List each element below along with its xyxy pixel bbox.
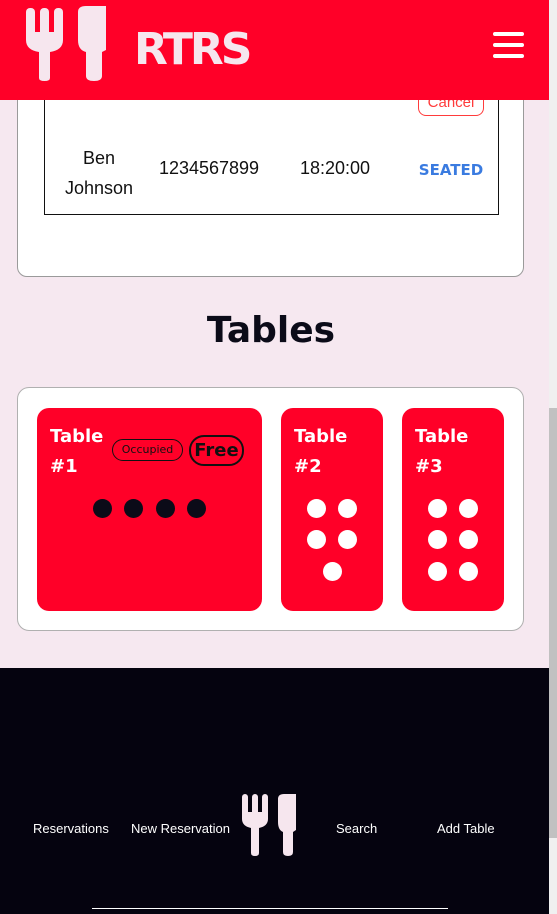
- fork-knife-logo-icon: [26, 6, 106, 81]
- seat-icon: [93, 499, 112, 518]
- table-card-1[interactable]: Table #1 Occupied Free: [37, 408, 262, 611]
- free-status-button[interactable]: Free: [189, 435, 244, 466]
- seat-icon: [156, 499, 175, 518]
- table-label: Table #2: [294, 422, 374, 482]
- page-footer: Reservations New Reservation Search Add …: [0, 668, 549, 914]
- occupied-status-button[interactable]: Occupied: [112, 439, 183, 461]
- brand-logo-text: RTRS: [134, 24, 252, 75]
- seat-icon: [307, 530, 326, 549]
- footer-link-reservations[interactable]: Reservations: [33, 821, 109, 836]
- tables-heading: Tables: [206, 310, 336, 351]
- hamburger-menu-icon[interactable]: [493, 32, 525, 58]
- guest-last-name: Johnson: [64, 178, 134, 198]
- seat-icon: [338, 530, 357, 549]
- tables-panel: Table #1 Occupied Free Table #2 Table #3: [17, 387, 524, 631]
- seat-icon: [428, 562, 447, 581]
- guest-phone: 1234567899: [158, 158, 260, 178]
- seat-icon: [124, 499, 143, 518]
- seat-icon: [459, 530, 478, 549]
- seat-icon: [338, 499, 357, 518]
- scrollbar-thumb[interactable]: [549, 408, 557, 838]
- footer-divider: [92, 908, 448, 909]
- guest-name: Ben Johnson: [47, 143, 151, 203]
- table-card-3[interactable]: Table #3: [402, 408, 504, 611]
- footer-link-new-reservation[interactable]: New Reservation: [131, 821, 230, 836]
- guest-first-name: Ben: [82, 148, 116, 168]
- table-label-number: #2: [294, 456, 322, 477]
- footer-link-add-table[interactable]: Add Table: [437, 821, 495, 836]
- top-header: RTRS: [0, 0, 549, 100]
- footer-link-search[interactable]: Search: [336, 821, 377, 836]
- table-label: Table #3: [415, 422, 495, 482]
- reservation-time: 18:20:00: [299, 158, 371, 178]
- seat-icon: [459, 562, 478, 581]
- table-label-word: Table: [415, 426, 469, 447]
- page-scrollbar[interactable]: [549, 0, 557, 914]
- fork-knife-footer-icon[interactable]: [242, 794, 300, 856]
- seat-icon: [187, 499, 206, 518]
- seat-icon: [428, 499, 447, 518]
- table-label-word: Table: [294, 426, 348, 447]
- seat-icon: [323, 562, 342, 581]
- table-label-number: #3: [415, 456, 443, 477]
- brand-logo[interactable]: RTRS: [26, 6, 252, 82]
- seat-icon: [428, 530, 447, 549]
- status-seated-button[interactable]: SEATED: [405, 161, 497, 179]
- seat-icon: [459, 499, 478, 518]
- seat-icon: [307, 499, 326, 518]
- table-card-2[interactable]: Table #2: [281, 408, 383, 611]
